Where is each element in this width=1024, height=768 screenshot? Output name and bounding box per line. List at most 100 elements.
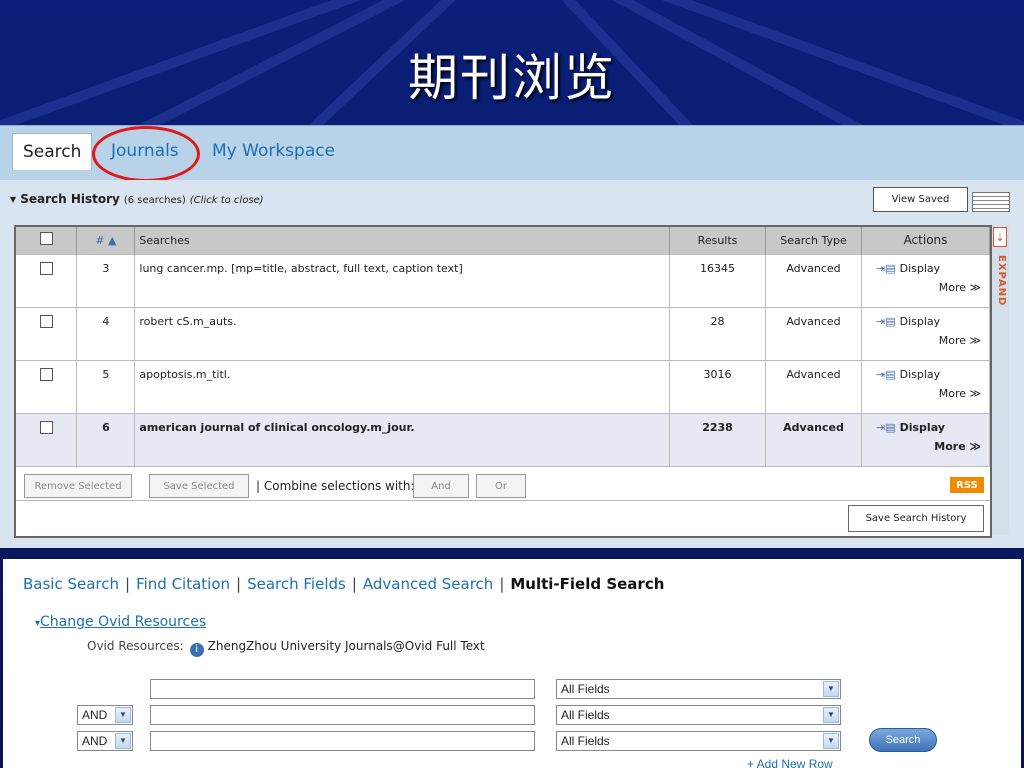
select-all-header[interactable]: [16, 227, 78, 254]
field-select[interactable]: All Fields ▼: [556, 705, 841, 725]
row-results[interactable]: 28: [669, 306, 767, 360]
row-checkbox[interactable]: [39, 314, 53, 328]
boolean-select[interactable]: AND ▼: [77, 705, 133, 725]
save-selected-button[interactable]: Save Selected: [149, 474, 249, 498]
row-checkbox[interactable]: [39, 261, 53, 275]
tab-search-fields[interactable]: Search Fields: [247, 575, 346, 593]
column-header-results: Results: [669, 227, 767, 254]
resources-line: Ovid Resources: i ZhengZhou University Jou…: [87, 639, 485, 657]
search-term-input[interactable]: [150, 679, 535, 699]
search-history-header[interactable]: ▾ Search History (6 searches) (Click to cl…: [10, 192, 264, 206]
chevron-down-icon[interactable]: ▼: [823, 733, 839, 749]
list-view-icon[interactable]: [972, 192, 1010, 212]
display-label: Display: [899, 420, 945, 434]
collapse-triangle-icon: ▾: [10, 192, 21, 206]
change-resources-toggle[interactable]: ▾Change Ovid Resources: [35, 614, 206, 630]
row-query: robert cS.m_auts.: [134, 306, 671, 360]
slide-title: 期刊浏览: [408, 49, 616, 107]
table-row: 6 american journal of clinical oncology.…: [16, 412, 991, 466]
row-results[interactable]: 16345: [669, 253, 767, 307]
display-doc-icon: ⇥▤: [875, 367, 896, 381]
journals-highlight-circle: [92, 126, 200, 182]
ovid-top-panel: Search Journals My Workspace ▾ Search Hi…: [0, 125, 1024, 548]
table-header-row: # ▲ Searches Results Search Type Actions: [16, 227, 991, 254]
tab-divider: |: [351, 575, 357, 593]
change-resources-link[interactable]: Change Ovid Resources: [40, 614, 206, 630]
search-term-input[interactable]: [150, 731, 535, 751]
tab-search[interactable]: Search: [12, 133, 92, 170]
table-row: 5 apoptosis.m_titl. 3016 Advanced ⇥▤ Disp…: [16, 359, 991, 413]
tab-divider: |: [499, 575, 505, 593]
row-checkbox[interactable]: [39, 420, 53, 434]
search-row-3: AND ▼ All Fields ▼: [3, 731, 1003, 751]
search-history-bar[interactable]: ▾ Search History (6 searches) (Click to cl…: [0, 180, 1024, 218]
combine-or-button[interactable]: Or: [476, 474, 526, 498]
expand-panel-strip[interactable]: ⇣ EXPAND: [992, 225, 1009, 535]
display-doc-icon: ⇥▤: [875, 261, 896, 275]
display-action[interactable]: ⇥▤ Display: [866, 368, 985, 381]
combine-label: | Combine selections with:: [256, 479, 415, 493]
search-count: (6 searches): [123, 195, 186, 206]
search-history-panel: ▾ Search History (6 searches) (Click to cl…: [0, 180, 1024, 548]
row-results[interactable]: 2238: [669, 412, 767, 466]
tab-my-workspace[interactable]: My Workspace: [202, 133, 345, 170]
save-search-history-button[interactable]: Save Search History: [848, 505, 984, 532]
tab-basic-search[interactable]: Basic Search: [23, 575, 119, 593]
tab-multi-field-search[interactable]: Multi-Field Search: [510, 575, 664, 593]
row-search-type: Advanced: [765, 412, 862, 466]
display-label: Display: [899, 314, 941, 328]
main-tabbar: Search Journals My Workspace: [0, 125, 1024, 182]
expand-arrow-icon[interactable]: ⇣: [993, 227, 1007, 247]
column-header-searches: Searches: [134, 227, 671, 254]
boolean-select-value: AND: [82, 708, 108, 722]
row-number: 3: [76, 253, 136, 307]
row-select-cell[interactable]: [16, 253, 78, 307]
row-select-cell[interactable]: [16, 412, 78, 466]
tab-divider: |: [125, 575, 131, 593]
info-icon[interactable]: i: [189, 643, 204, 657]
field-select[interactable]: All Fields ▼: [556, 679, 841, 699]
search-term-input[interactable]: [150, 705, 535, 725]
chevron-down-icon[interactable]: ▼: [115, 733, 131, 749]
chevron-down-icon[interactable]: ▼: [823, 681, 839, 697]
add-new-row-link[interactable]: + Add New Row: [747, 757, 833, 768]
table-row: 4 robert cS.m_auts. 28 Advanced ⇥▤ Displa…: [16, 306, 991, 360]
display-action[interactable]: ⇥▤ Display: [866, 421, 985, 434]
remove-selected-button[interactable]: Remove Selected: [24, 474, 132, 498]
rss-label: RSS: [956, 479, 978, 491]
tab-divider: |: [236, 575, 242, 593]
display-action[interactable]: ⇥▤ Display: [866, 315, 985, 328]
boolean-select[interactable]: AND ▼: [77, 731, 133, 751]
row-results[interactable]: 3016: [669, 359, 767, 413]
close-hint: (Click to close): [189, 195, 264, 206]
row-number: 6: [76, 412, 136, 466]
combine-and-button[interactable]: And: [413, 474, 469, 498]
search-button[interactable]: Search: [869, 728, 937, 752]
rss-icon[interactable]: RSS: [950, 477, 984, 493]
history-action-bar: Remove Selected Save Selected | Combine …: [16, 466, 990, 500]
row-checkbox[interactable]: [39, 367, 53, 381]
display-doc-icon: ⇥▤: [875, 314, 896, 328]
display-label: Display: [899, 261, 941, 275]
display-action[interactable]: ⇥▤ Display: [866, 262, 985, 275]
row-search-type: Advanced: [765, 253, 862, 307]
display-doc-icon: ⇥▤: [875, 420, 896, 434]
view-saved-button[interactable]: View Saved: [873, 187, 968, 212]
row-actions: ⇥▤ Display More ≫: [861, 412, 991, 466]
more-action[interactable]: More ≫: [866, 440, 985, 453]
chevron-down-icon[interactable]: ▼: [823, 707, 839, 723]
more-action[interactable]: More ≫: [866, 387, 985, 400]
chevron-down-icon[interactable]: ▼: [115, 707, 131, 723]
select-all-checkbox[interactable]: [39, 232, 53, 246]
resources-label: Ovid Resources:: [87, 639, 184, 653]
row-select-cell[interactable]: [16, 306, 78, 360]
more-action[interactable]: More ≫: [866, 281, 985, 294]
tab-find-citation[interactable]: Find Citation: [136, 575, 230, 593]
field-select[interactable]: All Fields ▼: [556, 731, 841, 751]
history-footer: Save Search History: [16, 500, 990, 536]
tab-advanced-search[interactable]: Advanced Search: [363, 575, 493, 593]
column-header-number[interactable]: # ▲: [76, 227, 136, 254]
row-query: american journal of clinical oncology.m_…: [134, 412, 671, 466]
row-select-cell[interactable]: [16, 359, 78, 413]
more-action[interactable]: More ≫: [866, 334, 985, 347]
